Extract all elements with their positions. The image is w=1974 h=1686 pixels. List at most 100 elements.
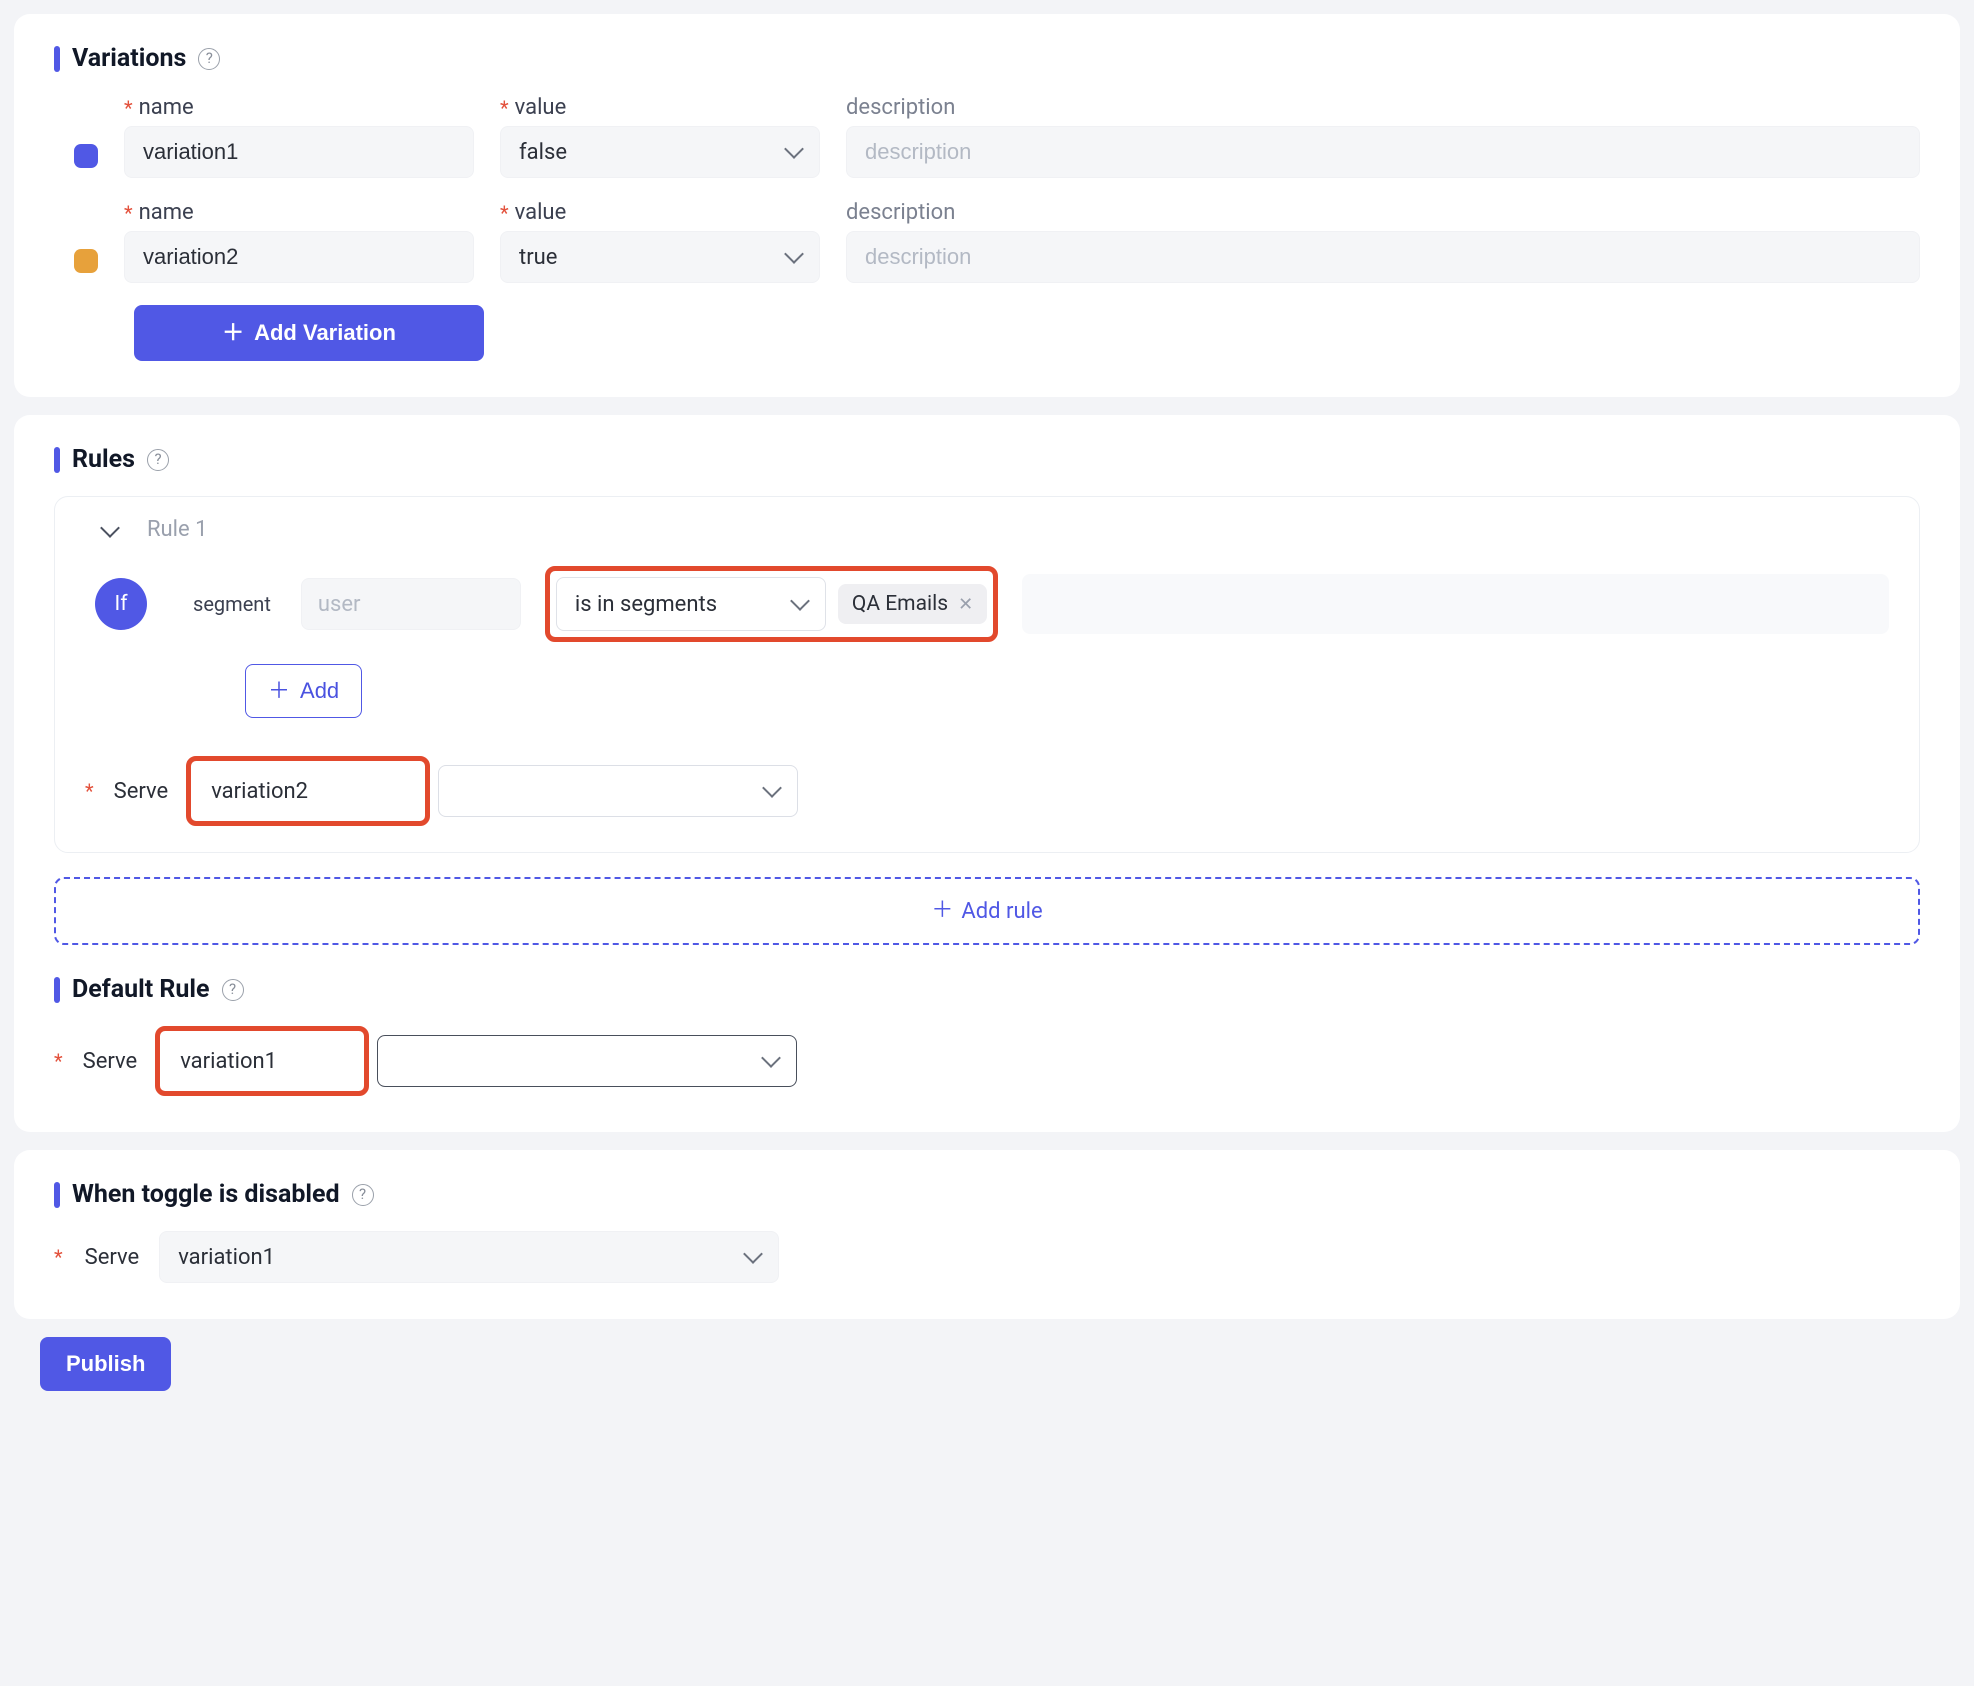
section-bar-icon: [54, 1182, 60, 1208]
rules-panel: Rules ? Rule 1 If segment user is in seg…: [14, 415, 1960, 1132]
name-input[interactable]: [124, 231, 474, 283]
section-bar-icon: [54, 447, 60, 473]
add-variation-button[interactable]: ＋ Add Variation: [134, 305, 484, 361]
chevron-down-icon: [784, 244, 804, 264]
serve-value-text: variation1: [178, 1245, 275, 1270]
disabled-serve-row: * Serve variation1: [54, 1231, 1920, 1283]
publish-button[interactable]: Publish: [40, 1337, 171, 1391]
highlight-default-serve: variation1: [155, 1026, 369, 1096]
variation-row: *name *value false description: [74, 95, 1920, 178]
disabled-title: When toggle is disabled: [72, 1180, 340, 1209]
serve-select-inner[interactable]: variation1: [162, 1033, 362, 1089]
serve-select[interactable]: [438, 765, 798, 817]
help-icon[interactable]: ?: [147, 449, 169, 471]
variation-color-dot: [74, 144, 98, 168]
rule-name: Rule 1: [147, 517, 208, 542]
rules-title: Rules: [72, 445, 135, 474]
name-label: *name: [124, 95, 474, 120]
variations-heading: Variations ?: [54, 44, 1920, 73]
operator-select[interactable]: is in segments: [556, 577, 826, 631]
serve-select-inner[interactable]: variation2: [193, 763, 423, 819]
publish-label: Publish: [66, 1351, 145, 1376]
chevron-down-icon: [743, 1244, 763, 1264]
serve-label: Serve: [114, 779, 169, 804]
rule-header: Rule 1: [85, 517, 1889, 542]
add-rule-button[interactable]: ＋ Add rule: [54, 877, 1920, 945]
description-field: description: [846, 95, 1920, 178]
help-icon[interactable]: ?: [198, 48, 220, 70]
user-input[interactable]: user: [301, 578, 521, 630]
if-chip: If: [95, 578, 147, 630]
description-input[interactable]: [846, 126, 1920, 178]
add-condition-label: Add: [300, 678, 339, 704]
required-star-icon: *: [85, 779, 94, 803]
section-bar-icon: [54, 977, 60, 1003]
highlight-operator-and-tag: is in segments QA Emails ✕: [545, 566, 998, 642]
variation-row: *name *value true description: [74, 200, 1920, 283]
chevron-down-icon: [790, 591, 810, 611]
description-field: description: [846, 200, 1920, 283]
name-field: *name: [124, 200, 474, 283]
value-select[interactable]: true: [500, 231, 820, 283]
plus-icon: ＋: [222, 322, 244, 344]
required-star-icon: *: [124, 201, 133, 225]
operator-text: is in segments: [575, 592, 717, 617]
serve-label: Serve: [85, 1245, 140, 1270]
disabled-serve-select[interactable]: variation1: [159, 1231, 779, 1283]
variations-panel: Variations ? *name *value false descript…: [14, 14, 1960, 397]
disabled-panel: When toggle is disabled ? * Serve variat…: [14, 1150, 1960, 1319]
rule-serve-row: * Serve variation2: [85, 756, 1889, 826]
value-select-text: true: [519, 245, 557, 270]
default-rule-heading: Default Rule ?: [54, 975, 1920, 1004]
default-serve-select[interactable]: [377, 1035, 797, 1087]
value-select-text: false: [519, 140, 567, 165]
rules-heading: Rules ?: [54, 445, 1920, 474]
description-label: description: [846, 200, 1920, 225]
help-icon[interactable]: ?: [222, 979, 244, 1001]
add-rule-label: Add rule: [961, 899, 1042, 924]
required-star-icon: *: [500, 201, 509, 225]
default-rule-title: Default Rule: [72, 975, 210, 1004]
segment-tag[interactable]: QA Emails ✕: [838, 584, 987, 624]
serve-label: Serve: [83, 1049, 138, 1074]
highlight-serve-value: variation2: [186, 756, 430, 826]
chevron-down-icon: [761, 1048, 781, 1068]
segment-tags-area[interactable]: [1022, 574, 1889, 634]
name-input[interactable]: [124, 126, 474, 178]
description-label: description: [846, 95, 1920, 120]
chevron-down-icon: [784, 139, 804, 159]
segment-label: segment: [193, 592, 271, 616]
chevron-down-icon: [762, 778, 782, 798]
required-star-icon: *: [500, 96, 509, 120]
variation-color-dot: [74, 249, 98, 273]
plus-icon: ＋: [931, 900, 953, 922]
serve-value-text: variation2: [211, 779, 308, 804]
add-condition-button[interactable]: ＋ Add: [245, 664, 362, 718]
description-input[interactable]: [846, 231, 1920, 283]
condition-row: If segment user is in segments QA Emails…: [95, 566, 1889, 642]
name-field: *name: [124, 95, 474, 178]
serve-value-text: variation1: [180, 1049, 277, 1074]
chevron-down-icon[interactable]: [100, 518, 120, 538]
value-label: *value: [500, 200, 820, 225]
plus-icon: ＋: [268, 680, 290, 702]
default-serve-row: * Serve variation1: [54, 1026, 1920, 1096]
value-select[interactable]: false: [500, 126, 820, 178]
section-bar-icon: [54, 46, 60, 72]
value-label: *value: [500, 95, 820, 120]
rule-card: Rule 1 If segment user is in segments QA…: [54, 496, 1920, 853]
default-rule-section: Default Rule ? * Serve variation1: [54, 975, 1920, 1096]
required-star-icon: *: [54, 1245, 63, 1269]
value-field: *value false: [500, 95, 820, 178]
add-variation-label: Add Variation: [254, 320, 396, 346]
value-field: *value true: [500, 200, 820, 283]
required-star-icon: *: [54, 1049, 63, 1073]
close-icon[interactable]: ✕: [958, 594, 973, 615]
segment-tag-text: QA Emails: [852, 592, 948, 616]
variations-title: Variations: [72, 44, 186, 73]
name-label: *name: [124, 200, 474, 225]
required-star-icon: *: [124, 96, 133, 120]
disabled-heading: When toggle is disabled ?: [54, 1180, 1920, 1209]
publish-row: Publish: [40, 1337, 1974, 1391]
help-icon[interactable]: ?: [352, 1184, 374, 1206]
